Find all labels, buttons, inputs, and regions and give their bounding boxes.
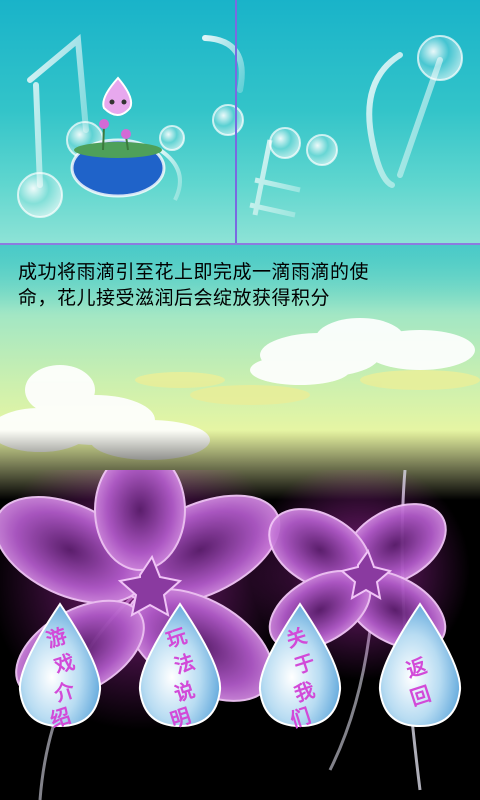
how-to-play-button[interactable]: 玩 法 说 明 — [130, 600, 230, 732]
back-label: 返 回 — [370, 600, 470, 730]
label-char: 们 — [287, 703, 314, 733]
back-button[interactable]: 返 回 — [370, 600, 470, 730]
label-char: 明 — [167, 703, 194, 733]
label-char: 回 — [407, 681, 434, 711]
game-intro-text: 成功将雨滴引至花上即完成一滴雨滴的使 命，花儿接受滋润后会绽放获得积分 — [18, 259, 418, 311]
about-us-label: 关 于 我 们 — [250, 600, 350, 732]
how-to-play-label: 玩 法 说 明 — [130, 600, 230, 732]
glass-music-notes-art — [17, 34, 463, 218]
game-intro-label: 游 戏 介 绍 — [10, 600, 110, 732]
banner-divider-vertical — [235, 0, 237, 245]
intro-line-1: 成功将雨滴引至花上即完成一滴雨滴的使 — [18, 261, 370, 283]
sky-background: 成功将雨滴引至花上即完成一滴雨滴的使 命，花儿接受滋润后会绽放获得积分 — [0, 245, 480, 500]
about-us-button[interactable]: 关 于 我 们 — [250, 600, 350, 732]
intro-line-2: 命，花儿接受滋润后会绽放获得积分 — [18, 287, 331, 309]
title-banner — [0, 0, 480, 245]
label-char: 返 — [403, 653, 430, 683]
label-char: 绍 — [47, 703, 74, 733]
game-intro-button[interactable]: 游 戏 介 绍 — [10, 600, 110, 732]
